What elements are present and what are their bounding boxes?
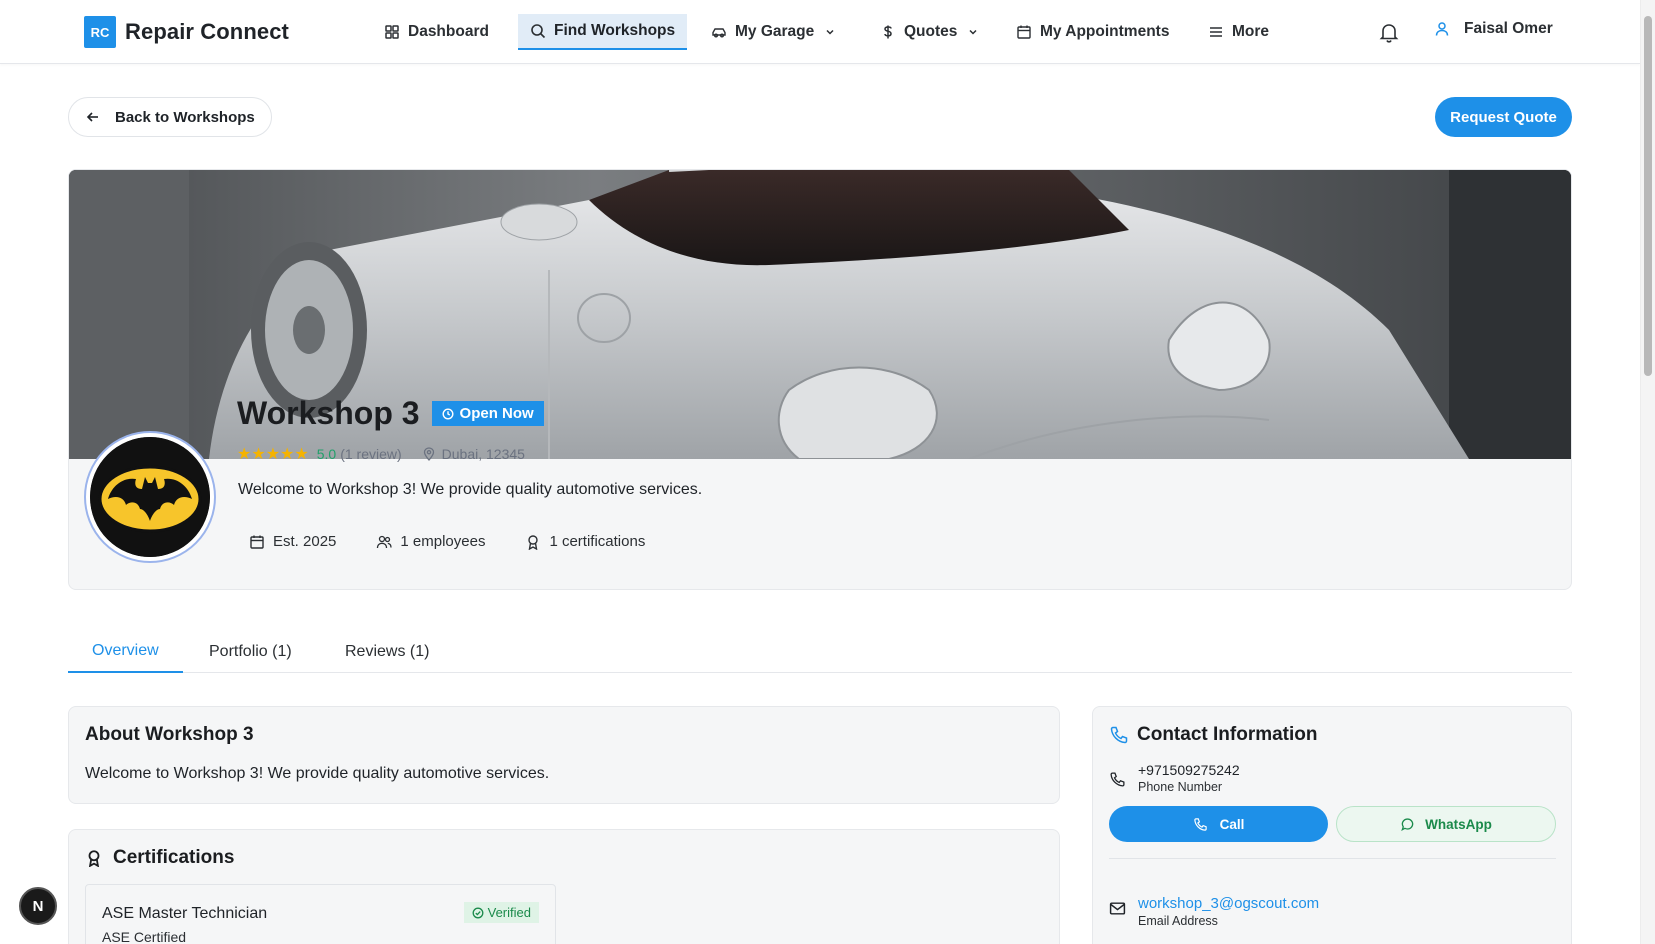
users-icon xyxy=(377,535,393,548)
certifications-title: Certifications xyxy=(113,847,235,868)
workshop-name: Workshop 3 xyxy=(237,395,420,431)
stat-certifications-text: 1 certifications xyxy=(549,533,646,550)
contact-card: Contact Information +971509275242 Phone … xyxy=(1092,706,1572,944)
search-icon xyxy=(531,24,546,39)
certification-name: ASE Master Technician xyxy=(102,905,268,922)
rating-stars: ★★★★★ xyxy=(237,446,309,463)
certifications-card: Certifications ASE Master Technician ASE… xyxy=(68,829,1060,944)
request-quote-button[interactable]: Request Quote xyxy=(1435,97,1572,137)
mail-icon xyxy=(1109,902,1126,915)
nav-my-appointments-label: My Appointments xyxy=(1040,23,1170,40)
nav-quotes-label: Quotes xyxy=(904,23,958,40)
calendar-icon xyxy=(250,535,264,549)
nav-dashboard[interactable]: Dashboard xyxy=(372,14,501,50)
location-text: Dubai, 12345 xyxy=(441,446,525,462)
stat-employees: 1 employees xyxy=(376,533,485,550)
workshop-title-row: Workshop 3 Open Now xyxy=(237,395,544,432)
nav-dashboard-label: Dashboard xyxy=(408,23,489,40)
batman-logo-icon xyxy=(90,437,210,557)
email-link[interactable]: workshop_3@ogscout.com xyxy=(1138,895,1319,912)
back-label: Back to Workshops xyxy=(115,108,255,126)
bell-icon[interactable] xyxy=(1378,21,1400,43)
app-logo[interactable]: RC Repair Connect xyxy=(84,16,289,48)
phone-label: Phone Number xyxy=(1138,780,1223,794)
dollar-icon xyxy=(884,25,892,39)
rating-review-count[interactable]: (1 review) xyxy=(340,446,401,462)
grid-icon xyxy=(385,25,399,39)
verified-badge: Verified xyxy=(463,902,539,923)
nav-more-label: More xyxy=(1232,23,1270,40)
certification-issuer: ASE Certified xyxy=(102,929,187,944)
tab-reviews[interactable]: Reviews (1) xyxy=(321,630,453,673)
about-text: Welcome to Workshop 3! We provide qualit… xyxy=(85,765,550,782)
about-card: About Workshop 3 Welcome to Workshop 3! … xyxy=(68,706,1060,804)
open-status-label: Open Now xyxy=(459,405,534,422)
back-to-workshops-button[interactable]: Back to Workshops xyxy=(68,97,272,137)
rating-score: 5.0 xyxy=(316,446,337,462)
workshop-hero-card: Workshop 3 Open Now ★★★★★ 5.0 (1 review)… xyxy=(68,169,1572,590)
workshop-location: Dubai, 12345 xyxy=(422,446,525,462)
whatsapp-button[interactable]: WhatsApp xyxy=(1336,806,1556,842)
nav-my-garage-label: My Garage xyxy=(735,23,815,40)
app-name: Repair Connect xyxy=(125,19,289,44)
open-status-badge: Open Now xyxy=(431,401,544,426)
stat-certifications: 1 certifications xyxy=(525,533,645,550)
workshop-tabs: Overview Portfolio (1) Reviews (1) xyxy=(68,630,1572,673)
award-icon xyxy=(88,850,100,867)
certifications-heading: Certifications xyxy=(85,847,234,869)
workshop-rating-row: ★★★★★ 5.0 (1 review) Dubai, 12345 xyxy=(237,444,525,464)
logo-badge: RC xyxy=(84,16,116,48)
nav-my-garage[interactable]: My Garage xyxy=(699,14,848,50)
call-button[interactable]: Call xyxy=(1109,806,1328,842)
stat-established-text: Est. 2025 xyxy=(273,533,337,550)
award-icon xyxy=(528,534,539,550)
phone-icon xyxy=(1193,817,1207,831)
tab-overview[interactable]: Overview xyxy=(68,630,183,673)
contact-heading: Contact Information xyxy=(1109,724,1318,746)
phone-row: +971509275242 Phone Number xyxy=(1109,762,1240,794)
verified-label: Verified xyxy=(487,905,531,920)
call-label: Call xyxy=(1219,816,1245,832)
stat-employees-text: 1 employees xyxy=(400,533,486,550)
user-icon xyxy=(1435,22,1449,36)
message-circle-icon xyxy=(1401,817,1414,831)
email-row: workshop_3@ogscout.com Email Address xyxy=(1109,895,1319,928)
nav-more[interactable]: More xyxy=(1196,14,1281,50)
phone-icon xyxy=(1110,726,1128,744)
whatsapp-label: WhatsApp xyxy=(1425,816,1492,832)
workshop-avatar xyxy=(84,431,216,563)
workshop-description: Welcome to Workshop 3! We provide qualit… xyxy=(238,481,703,498)
user-name: Faisal Omer xyxy=(1464,20,1553,37)
arrow-left-icon xyxy=(86,112,98,122)
tab-portfolio[interactable]: Portfolio (1) xyxy=(185,630,316,673)
nav-find-workshops-label: Find Workshops xyxy=(554,22,676,39)
nav-quotes[interactable]: Quotes xyxy=(868,14,991,50)
calendar-icon xyxy=(1017,25,1031,39)
certification-item: ASE Master Technician ASE Certified Veri… xyxy=(85,884,556,944)
page-scrollbar[interactable] xyxy=(1640,0,1655,944)
contact-divider xyxy=(1109,858,1556,859)
map-pin-icon xyxy=(423,447,434,461)
scrollbar-thumb[interactable] xyxy=(1644,16,1652,376)
nav-my-appointments[interactable]: My Appointments xyxy=(1004,14,1181,50)
devtools-n-button[interactable]: N xyxy=(19,887,57,925)
clock-icon xyxy=(442,407,454,420)
chevron-down-icon xyxy=(969,29,977,35)
workshop-stats: Est. 2025 1 employees 1 certifications xyxy=(249,533,645,550)
phone-number: +971509275242 xyxy=(1138,762,1240,778)
car-icon xyxy=(712,28,726,38)
phone-icon xyxy=(1110,772,1125,787)
chevron-down-icon xyxy=(826,29,834,35)
check-circle-icon xyxy=(472,907,484,918)
nav-find-workshops[interactable]: Find Workshops xyxy=(518,14,688,50)
about-title: About Workshop 3 xyxy=(85,724,254,745)
email-label: Email Address xyxy=(1138,914,1218,928)
top-navbar: RC Repair Connect Dashboard Find Worksho… xyxy=(0,0,1640,64)
menu-icon xyxy=(1210,27,1222,37)
contact-title: Contact Information xyxy=(1137,724,1318,745)
stat-established: Est. 2025 xyxy=(249,533,336,550)
user-menu[interactable]: Faisal Omer xyxy=(1434,20,1553,38)
